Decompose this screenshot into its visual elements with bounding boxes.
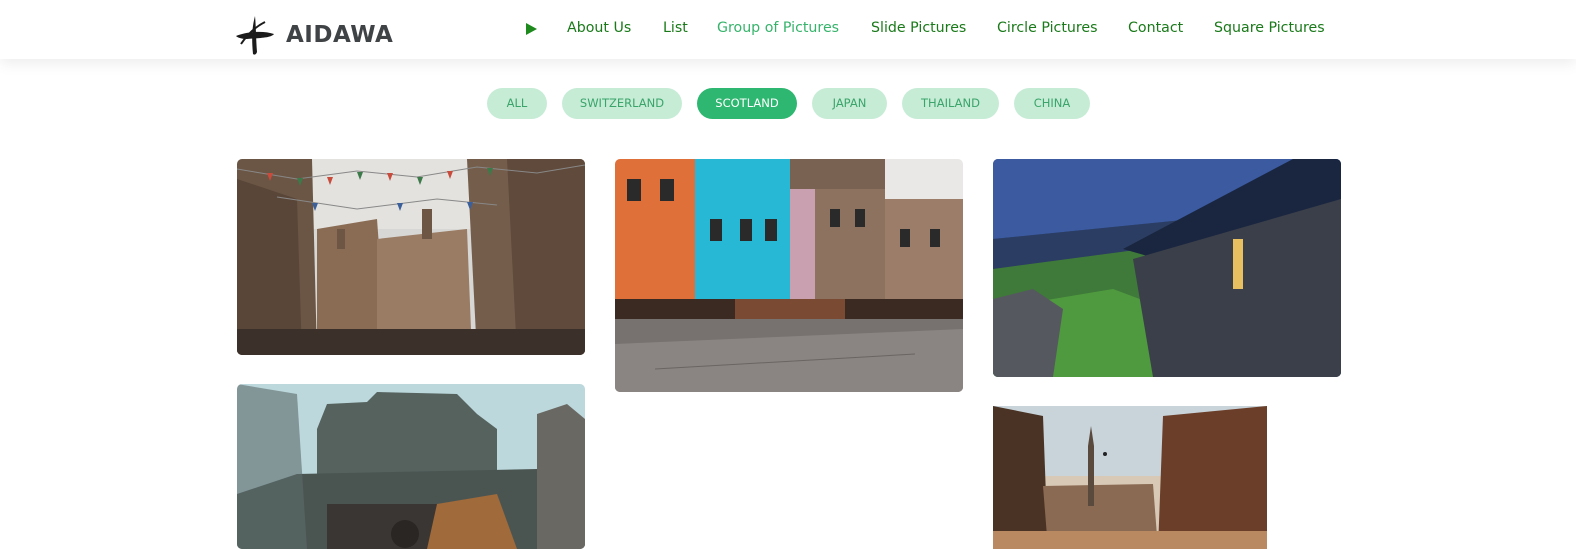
filter-china[interactable]: CHINA [1014,88,1090,119]
main-nav: About Us List Group of Pictures Slide Pi… [0,20,1576,42]
castle-photo [237,384,585,549]
filter-thailand[interactable]: THAILAND [902,88,999,119]
filter-scotland[interactable]: SCOTLAND [697,88,797,119]
nav-group-of-pictures[interactable]: Group of Pictures [717,20,839,36]
filter-bar: ALL SWITZERLAND SCOTLAND JAPAN THAILAND … [0,88,1576,119]
nav-slide-pictures[interactable]: Slide Pictures [871,20,966,36]
gallery-image-colorful-street[interactable] [615,159,963,392]
gallery-image-stone-cottages[interactable] [993,159,1341,377]
stone-cottages-photo [993,159,1341,377]
filter-japan[interactable]: JAPAN [812,88,887,119]
nav-list[interactable]: List [663,20,688,36]
nav-about-us[interactable]: About Us [567,20,631,36]
nav-square-pictures[interactable]: Square Pictures [1214,20,1325,36]
gallery-image-castle[interactable] [237,384,585,549]
site-header: AIDAWA About Us List Group of Pictures S… [0,0,1576,59]
gallery-image-royal-mile[interactable] [993,406,1267,549]
nav-circle-pictures[interactable]: Circle Pictures [997,20,1098,36]
filter-all[interactable]: ALL [487,88,547,119]
old-town-street-photo [237,159,585,355]
gallery-image-old-town-street[interactable] [237,159,585,355]
royal-mile-photo [993,406,1267,549]
nav-contact[interactable]: Contact [1128,20,1183,36]
filter-switzerland[interactable]: SWITZERLAND [562,88,682,119]
colorful-street-photo [615,159,963,392]
